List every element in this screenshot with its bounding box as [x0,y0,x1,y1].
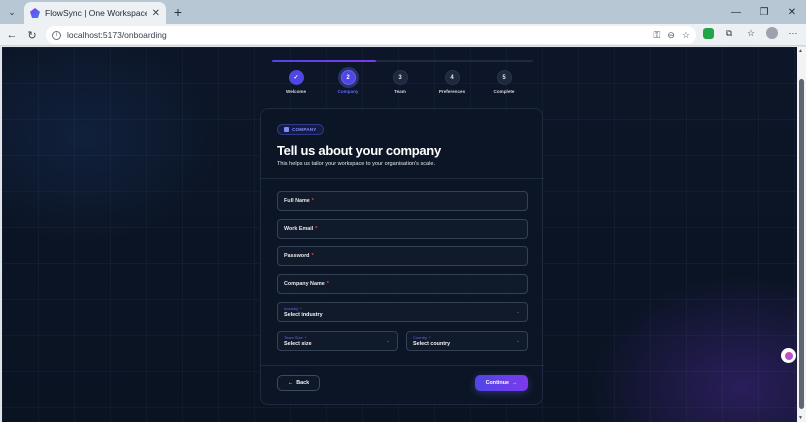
page-subtitle: This helps us tailor your workspace to y… [277,161,436,167]
full-name-field[interactable]: Full Name * [277,191,528,211]
window-controls: — ❐ ✕ [722,0,806,24]
page-title: Tell us about your company [277,143,441,158]
step-team[interactable]: 3 Team [370,70,430,94]
restore-button[interactable]: ❐ [750,0,778,24]
required-mark: * [429,335,431,340]
team-size-value: Select size [284,341,312,347]
continue-label: Continue [485,380,509,386]
industry-label: Industry [284,306,299,311]
chat-widget-button[interactable] [781,348,796,363]
scroll-thumb[interactable] [799,79,804,409]
onboarding-progress-fill [272,60,377,62]
required-mark: * [315,226,318,232]
more-menu-icon[interactable]: ⋯ [786,28,800,39]
country-select[interactable]: Country * Select country ⌄ [406,331,528,351]
step-label: Team [394,89,406,94]
step-number: 3 [392,70,408,85]
company-name-field[interactable]: Company Name * [277,274,528,294]
divider [261,365,544,366]
team-size-label: Team Size [284,335,303,340]
key-icon[interactable]: ⚿ [654,30,661,41]
site-info-icon[interactable]: i [52,30,61,40]
required-mark: * [304,335,307,340]
back-button[interactable]: ← Back [277,375,320,391]
step-number: 4 [444,70,460,85]
minimize-button[interactable]: — [722,0,750,24]
browser-tab-bar: ⌄ FlowSync | One Workspace. Every ✕ + — … [0,0,806,24]
password-label: Password [284,253,310,259]
team-size-select[interactable]: Team Size * Select size ⌄ [277,331,398,351]
step-label: Preferences [438,89,466,94]
step-check-icon: ✓ [288,70,304,85]
scroll-down-icon[interactable]: ▼ [798,415,803,421]
step-label: Complete [493,89,515,94]
required-mark: * [300,306,302,311]
browser-toolbar: ← ↻ i localhost:5173/onboarding ⚿ ⊖ ☆ ⧉ … [0,24,806,46]
page-viewport: ✓ Welcome 2 Company 3 Team 4 Preferences… [2,47,797,422]
star-icon[interactable]: ☆ [682,30,690,41]
country-value: Select country [413,341,451,347]
flowsync-favicon-icon [30,8,40,18]
step-company[interactable]: 2 Company [318,70,378,94]
badge-label: COMPANY [292,127,317,132]
step-preferences[interactable]: 4 Preferences [422,70,482,94]
required-mark: * [326,281,329,287]
close-window-button[interactable]: ✕ [778,0,806,24]
step-complete[interactable]: 5 Complete [474,70,534,94]
back-arrow-icon[interactable]: ← [4,27,20,43]
chevron-down-icon: ⌄ [515,309,520,315]
profile-avatar[interactable] [766,27,778,39]
step-label: Welcome [285,89,307,94]
step-welcome[interactable]: ✓ Welcome [266,70,326,94]
building-icon [284,127,289,132]
step-number: 2 [340,70,356,85]
scroll-up-icon[interactable]: ▲ [798,48,803,54]
tab-search-chevron-icon[interactable]: ⌄ [4,5,20,19]
arrow-left-icon: ← [287,380,294,386]
page-scrollbar[interactable]: ▲ ▼ [797,47,806,422]
onboarding-progress-bar [272,60,533,62]
step-number: 5 [496,70,512,85]
chat-bubble-icon [784,351,793,360]
industry-value: Select industry [284,312,323,318]
full-name-label: Full Name [284,198,310,204]
company-name-label: Company Name [284,281,325,287]
extensions-puzzle-icon[interactable]: ⧉ [722,28,736,39]
arrow-right-icon: → [511,380,518,386]
address-bar[interactable]: i localhost:5173/onboarding ⚿ ⊖ ☆ [46,26,696,44]
step-label: Company [337,89,359,94]
required-mark: * [311,198,314,204]
tab-close-icon[interactable]: ✕ [152,8,160,19]
company-form-card: COMPANY Tell us about your company This … [260,108,544,405]
chevron-down-icon: ⌄ [385,338,390,344]
reload-icon[interactable]: ↻ [24,27,40,43]
section-badge: COMPANY [277,124,324,135]
work-email-label: Work Email [284,226,314,232]
new-tab-button[interactable]: + [171,4,185,20]
back-label: Back [296,380,310,386]
extension-icon[interactable] [703,27,714,39]
required-mark: * [311,253,314,259]
zoom-icon[interactable]: ⊖ [667,30,675,41]
tab-title: FlowSync | One Workspace. Every [45,8,147,18]
favorites-icon[interactable]: ☆ [744,28,758,39]
work-email-field[interactable]: Work Email * [277,219,528,239]
country-label: Country [413,335,428,340]
browser-tab[interactable]: FlowSync | One Workspace. Every ✕ [24,2,166,24]
divider [261,178,544,179]
password-field[interactable]: Password * [277,246,528,266]
chevron-down-icon: ⌄ [515,338,520,344]
continue-button[interactable]: Continue → [475,375,528,391]
url-text[interactable]: localhost:5173/onboarding [67,30,648,40]
industry-select[interactable]: Industry * Select industry ⌄ [277,302,528,322]
